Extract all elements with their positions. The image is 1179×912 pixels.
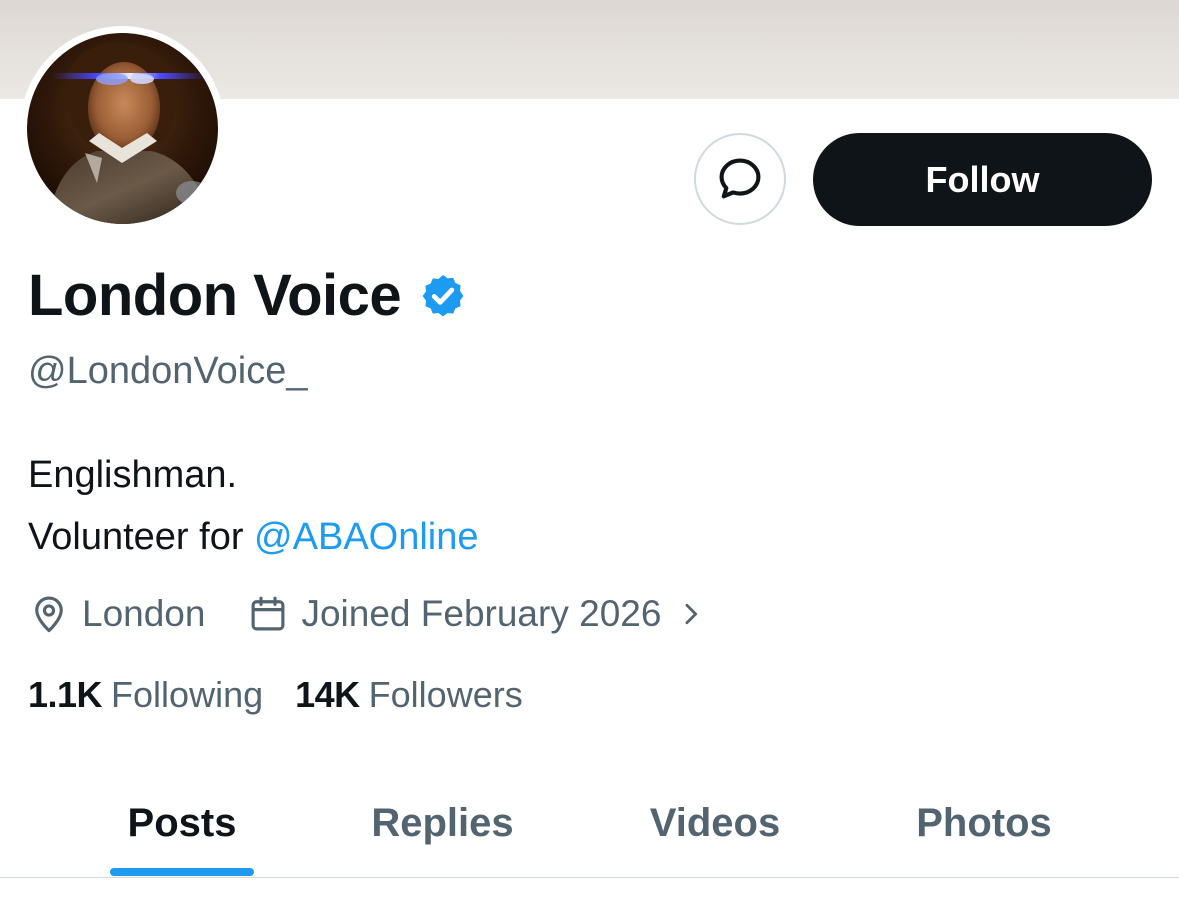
bio-mention-link[interactable]: @ABAOnline bbox=[254, 516, 478, 558]
bio-line-1: Englishman. bbox=[28, 454, 238, 496]
tab-photos[interactable]: Photos bbox=[898, 770, 1070, 877]
profile-meta: London Joined February 2026 bbox=[28, 586, 705, 642]
following-count: 1.1K bbox=[28, 674, 103, 715]
tab-replies[interactable]: Replies bbox=[355, 770, 530, 877]
tab-posts[interactable]: Posts bbox=[110, 770, 254, 877]
followers-label: Followers bbox=[368, 674, 523, 715]
bio-line-2: Volunteer for @ABAOnline bbox=[28, 506, 479, 568]
calendar-icon bbox=[252, 596, 285, 631]
joined-text: Joined February 2026 bbox=[301, 593, 662, 634]
chevron-right-icon bbox=[685, 603, 698, 625]
name-row: London Voice bbox=[28, 260, 467, 332]
location-item: London bbox=[28, 593, 205, 635]
following-stat[interactable]: 1.1K Following bbox=[28, 674, 263, 716]
profile-tabs: Posts Replies Videos Photos bbox=[0, 770, 1179, 878]
follow-button[interactable]: Follow bbox=[813, 133, 1152, 226]
bio-text: Volunteer for bbox=[28, 516, 255, 558]
followers-count: 14K bbox=[295, 674, 360, 715]
followers-stat[interactable]: 14K Followers bbox=[295, 674, 523, 716]
tab-videos[interactable]: Videos bbox=[630, 770, 800, 877]
message-button[interactable] bbox=[694, 133, 786, 225]
bio: Englishman. Volunteer for @ABAOnline bbox=[28, 444, 479, 568]
avatar-portrait-image bbox=[27, 33, 218, 224]
location-text: London bbox=[82, 593, 206, 634]
display-name: London Voice bbox=[28, 263, 402, 328]
user-handle: @LondonVoice_ bbox=[28, 350, 308, 392]
location-pin-icon bbox=[35, 596, 63, 633]
joined-item[interactable]: Joined February 2026 bbox=[247, 593, 705, 635]
active-tab-indicator bbox=[110, 868, 254, 876]
avatar[interactable] bbox=[27, 33, 218, 224]
verified-badge-icon[interactable] bbox=[419, 272, 467, 320]
following-label: Following bbox=[111, 674, 264, 715]
message-bubble-icon bbox=[719, 158, 761, 199]
follow-stats: 1.1K Following 14K Followers bbox=[28, 674, 523, 724]
